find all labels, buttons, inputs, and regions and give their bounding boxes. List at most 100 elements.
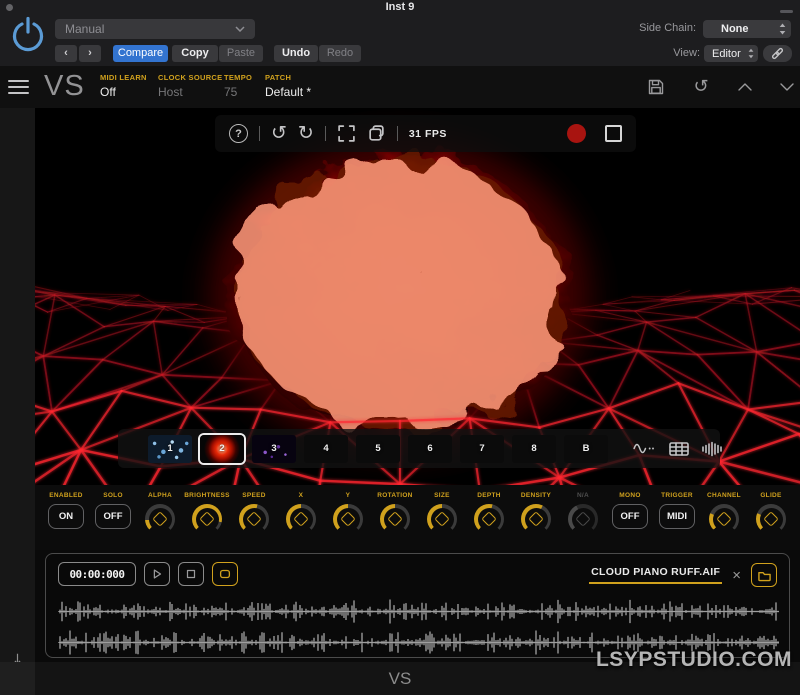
preset-dropdown-value: Manual [65,19,104,39]
stop-icon [184,567,198,581]
param-rotation: ROTATION [372,492,418,534]
alpha-knob[interactable] [145,504,175,534]
side-chain-label: Side Chain: [612,22,696,34]
grid-icon [669,441,689,457]
refresh-icon: ↺ [693,78,708,96]
solo-toggle[interactable]: OFF [95,504,131,529]
loop-icon [218,567,232,581]
grid-mode-button[interactable] [669,441,689,457]
view-dropdown[interactable]: Editor [704,45,758,62]
help-icon: ? [235,128,242,140]
watermark: LSYPSTUDIO.COM [596,648,792,672]
divider [325,126,326,141]
clock-source-field[interactable]: CLOCK SOURCE Host [158,73,222,99]
param-depth: DEPTH [466,492,512,534]
param-speed: SPEED [231,492,277,534]
3d-viewport[interactable]: ? ↺ ↻ 31 FPS [35,108,800,485]
view-label: View: [668,47,700,59]
spectrum-mode-button[interactable] [701,441,723,457]
view-value: Editor [712,48,741,60]
spectrum-icon [701,441,723,457]
y-knob[interactable] [333,504,363,534]
stop-button[interactable] [178,562,204,586]
trigger-mode-button[interactable]: MIDI [659,504,695,529]
viewport-undo-button[interactable]: ↺ [271,124,287,143]
play-button[interactable] [144,562,170,586]
slot-1[interactable]: 1 [148,435,192,463]
preset-dropdown[interactable]: Manual [55,19,255,39]
fireball [210,137,590,453]
stepper-arrows-icon [748,48,754,59]
snapshot-copy-button[interactable] [367,124,386,143]
sine-wave-icon [632,440,657,457]
plugin-header: VS MIDI LEARN Off CLOCK SOURCE Host TEMP… [0,66,800,108]
slot-2[interactable]: 2 [200,435,244,463]
record-button[interactable] [567,124,586,143]
plugin-window: Inst 9 Manual Side Chain: None ‹ › Compa… [0,0,800,695]
slot-8[interactable]: 8 [512,435,556,463]
redo-button[interactable]: Redo [319,45,361,62]
param-mono: MONO OFF [607,492,653,529]
loop-button[interactable] [212,562,238,586]
param-na: N/A [560,492,606,534]
stepper-arrows-icon [779,23,786,35]
paste-button[interactable]: Paste [219,45,263,62]
prev-patch-button[interactable] [734,77,756,97]
na-knob [568,504,598,534]
density-knob[interactable] [521,504,551,534]
slot-4[interactable]: 4 [304,435,348,463]
help-button[interactable]: ? [229,124,248,143]
param-glide: GLIDE [748,492,794,534]
channel-knob[interactable] [709,504,739,534]
mono-toggle[interactable]: OFF [612,504,648,529]
revert-patch-button[interactable]: ↺ [690,77,712,97]
side-chain-dropdown[interactable]: None [703,20,791,38]
stop-capture-button[interactable] [605,125,622,142]
glide-knob[interactable] [756,504,786,534]
link-icon [770,46,785,61]
midi-learn-field[interactable]: MIDI LEARN Off [100,73,147,99]
fullscreen-button[interactable] [337,124,356,143]
compare-button[interactable]: Compare [113,45,168,62]
param-x: X [278,492,324,534]
minimize-dash[interactable] [780,10,793,13]
slot-b[interactable]: B [564,435,608,463]
enabled-toggle[interactable]: ON [48,504,84,529]
view-mode-icons [632,440,723,457]
slot-3[interactable]: 3 [252,435,296,463]
undo-icon: ↺ [271,124,287,143]
slot-6[interactable]: 6 [408,435,452,463]
param-density: DENSITY [513,492,559,534]
side-chain-value: None [721,23,749,35]
link-button[interactable] [763,45,792,62]
brightness-knob[interactable] [192,504,222,534]
menu-button[interactable] [8,80,29,94]
daw-header: Inst 9 Manual Side Chain: None ‹ › Compa… [0,0,800,66]
copy-button[interactable]: Copy [172,45,218,62]
transport-controls: 00:00:000 [58,562,238,586]
oscillator-mode-button[interactable] [632,440,657,457]
tempo-field[interactable]: TEMPO 75 [224,73,252,99]
depth-knob[interactable] [474,504,504,534]
parameter-row: ENABLED ON SOLO OFF ALPHA BRIGHTNESS SPE… [35,485,800,550]
slot-7[interactable]: 7 [460,435,504,463]
viewport-redo-button[interactable]: ↻ [298,124,314,143]
rotation-knob[interactable] [380,504,410,534]
next-preset-button[interactable]: › [79,45,101,62]
open-file-button[interactable] [751,563,777,587]
param-alpha: ALPHA [137,492,183,534]
x-knob[interactable] [286,504,316,534]
close-icon[interactable]: × [732,568,741,583]
patch-field[interactable]: PATCH Default * [265,73,311,99]
undo-button[interactable]: Undo [274,45,318,62]
sampler-zone: 00:00:000 CLOUD PIA [35,550,800,662]
size-knob[interactable] [427,504,457,534]
next-patch-button[interactable] [776,77,798,97]
redo-icon: ↻ [298,124,314,143]
copy-icon [367,124,386,143]
param-channel: CHANNEL [701,492,747,534]
prev-preset-button[interactable]: ‹ [55,45,77,62]
save-patch-button[interactable] [645,77,667,97]
slot-5[interactable]: 5 [356,435,400,463]
speed-knob[interactable] [239,504,269,534]
